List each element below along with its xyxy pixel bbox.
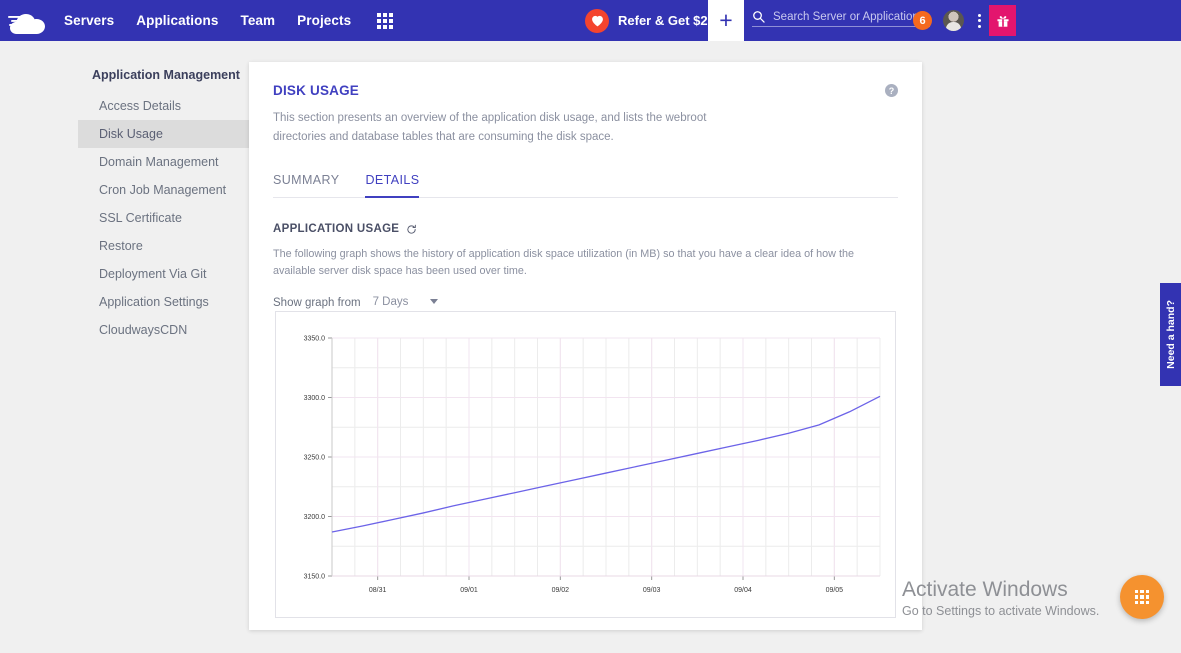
search-icon <box>752 10 765 23</box>
svg-text:09/03: 09/03 <box>643 587 661 594</box>
sidebar-item-access-details[interactable]: Access Details <box>78 92 258 120</box>
floating-action-button[interactable] <box>1120 575 1164 619</box>
need-a-hand-tab[interactable]: Need a hand? <box>1160 283 1181 386</box>
sidebar-title: Application Management <box>78 62 258 92</box>
show-graph-from-control: Show graph from 7 Days <box>273 296 898 312</box>
heart-icon <box>585 9 609 33</box>
sidebar-item-ssl-certificate[interactable]: SSL Certificate <box>78 204 258 232</box>
svg-text:3150.0: 3150.0 <box>304 574 326 581</box>
gift-button[interactable] <box>989 5 1016 36</box>
tab-details[interactable]: DETAILS <box>365 173 419 198</box>
nav-item-servers[interactable]: Servers <box>64 13 114 28</box>
sidebar-item-cron-job-management[interactable]: Cron Job Management <box>78 176 258 204</box>
vertical-dots-icon[interactable] <box>974 11 984 30</box>
page-title: DISK USAGE <box>273 83 898 98</box>
watermark-title: Activate Windows <box>902 578 1099 601</box>
refer-and-get-button[interactable]: Refer & Get $20 <box>585 0 715 41</box>
svg-text:09/02: 09/02 <box>552 587 570 594</box>
svg-text:3350.0: 3350.0 <box>304 336 326 343</box>
search-bar[interactable] <box>752 10 930 27</box>
svg-text:09/04: 09/04 <box>734 587 752 594</box>
refresh-icon[interactable] <box>406 224 417 235</box>
nav-item-applications[interactable]: Applications <box>136 13 218 28</box>
svg-text:3300.0: 3300.0 <box>304 395 326 402</box>
application-usage-heading: APPLICATION USAGE <box>273 223 898 235</box>
activate-windows-watermark: Activate Windows Go to Settings to activ… <box>902 578 1099 618</box>
user-avatar[interactable] <box>943 10 964 31</box>
chevron-down-icon <box>430 299 438 304</box>
sidebar-item-restore[interactable]: Restore <box>78 232 258 260</box>
refer-label: Refer & Get $20 <box>618 13 715 28</box>
notification-count-badge[interactable]: 6 <box>913 11 932 30</box>
svg-text:09/05: 09/05 <box>826 587 844 594</box>
sidebar-item-domain-management[interactable]: Domain Management <box>78 148 258 176</box>
search-input[interactable] <box>773 11 923 23</box>
svg-text:3200.0: 3200.0 <box>304 514 326 521</box>
sidebar-item-deployment-via-git[interactable]: Deployment Via Git <box>78 260 258 288</box>
svg-text:3250.0: 3250.0 <box>304 455 326 462</box>
grid-apps-icon <box>1135 590 1150 605</box>
application-usage-label: APPLICATION USAGE <box>273 223 399 235</box>
grid-apps-icon[interactable] <box>377 13 393 29</box>
nav-item-team[interactable]: Team <box>240 13 275 28</box>
svg-text:09/01: 09/01 <box>460 587 478 594</box>
application-usage-chart: 3350.0 3300.0 3250.0 3200.0 3150.0 08/31 09/0… <box>275 311 896 618</box>
sidebar-item-application-settings[interactable]: Application Settings <box>78 288 258 316</box>
chart-major-gridlines <box>328 338 880 580</box>
page-description: This section presents an overview of the… <box>273 109 733 146</box>
cloudways-logo-icon <box>8 8 54 34</box>
sidebar: Application Management Access Details Di… <box>78 62 258 344</box>
chart-y-axis-labels: 3350.0 3300.0 3250.0 3200.0 3150.0 <box>304 336 326 581</box>
plus-icon: + <box>719 9 732 32</box>
watermark-subtitle: Go to Settings to activate Windows. <box>902 604 1099 618</box>
add-new-button[interactable]: + <box>708 0 744 41</box>
sidebar-item-disk-usage[interactable]: Disk Usage <box>78 120 258 148</box>
show-graph-from-label: Show graph from <box>273 297 361 312</box>
tab-summary[interactable]: SUMMARY <box>273 173 339 198</box>
tab-bar: SUMMARY DETAILS <box>273 173 898 198</box>
graph-range-select[interactable]: 7 Days <box>371 296 441 312</box>
chart-svg: 3350.0 3300.0 3250.0 3200.0 3150.0 08/31 09/0… <box>276 312 895 617</box>
chart-x-axis-labels: 08/31 09/01 09/02 09/03 09/04 09/05 <box>369 587 843 594</box>
sidebar-item-cloudways-cdn[interactable]: CloudwaysCDN <box>78 316 258 344</box>
svg-text:08/31: 08/31 <box>369 587 387 594</box>
need-a-hand-label: Need a hand? <box>1165 300 1177 369</box>
cloudways-logo[interactable] <box>0 8 62 34</box>
graph-range-value: 7 Days <box>373 296 409 308</box>
gift-icon <box>996 14 1010 28</box>
help-icon[interactable]: ? <box>885 84 898 97</box>
application-usage-description: The following graph shows the history of… <box>273 246 893 279</box>
nav-item-projects[interactable]: Projects <box>297 13 351 28</box>
main-nav-links: Servers Applications Team Projects <box>64 13 351 28</box>
